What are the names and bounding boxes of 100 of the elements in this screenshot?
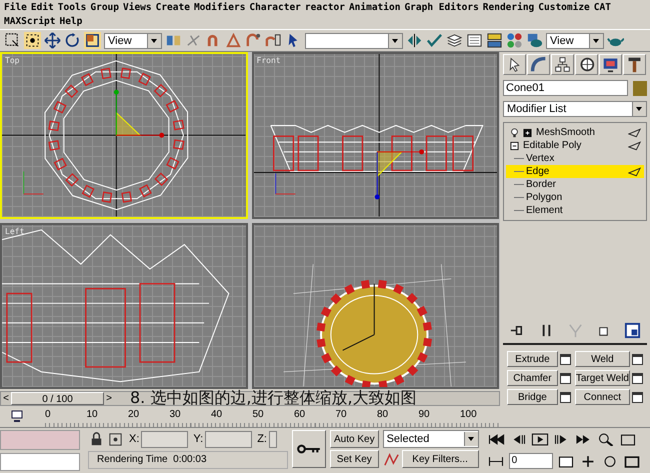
light-bulb-icon[interactable]	[510, 128, 519, 138]
timeline-tick-label: 90	[418, 409, 431, 421]
edit-edge-button[interactable]: Bridge	[507, 389, 558, 405]
prompt-field[interactable]	[0, 453, 80, 471]
go-to-start-icon[interactable]	[486, 432, 505, 446]
mirror-icon[interactable]	[406, 32, 423, 49]
menu-item[interactable]: Create	[156, 1, 190, 15]
menu-item[interactable]: Graph Editors	[404, 1, 479, 15]
listener-field[interactable]	[0, 430, 80, 450]
move-icon[interactable]	[44, 32, 61, 49]
expand-toggle-icon[interactable]	[510, 140, 519, 150]
menu-item[interactable]: Group	[90, 1, 119, 15]
current-frame-field[interactable]: 0	[508, 453, 553, 469]
show-end-result-icon[interactable]	[628, 166, 641, 176]
configure-icon[interactable]	[624, 322, 641, 339]
render-scene-icon[interactable]	[526, 32, 543, 49]
settings-button[interactable]	[632, 392, 643, 402]
monitor-icon[interactable]	[599, 54, 622, 75]
edit-edge-button[interactable]: Extrude	[507, 351, 558, 367]
menu-item[interactable]: Tools	[58, 1, 86, 15]
settings-button[interactable]	[632, 372, 643, 384]
menu-item[interactable]: Customize	[538, 1, 590, 15]
material-spheres-icon[interactable]	[506, 32, 523, 49]
timeline-tick-label: 40	[211, 409, 224, 421]
edit-edge-button[interactable]: Target Weld	[574, 370, 630, 386]
key-mode-icon[interactable]	[486, 454, 505, 468]
edit-edge-button[interactable]: Weld	[574, 351, 630, 367]
modifier-stack-item[interactable]: Editable Poly	[506, 139, 644, 152]
menu-item[interactable]: CAT	[594, 1, 611, 15]
key-icon	[296, 444, 322, 454]
mini-curve-icon[interactable]	[10, 410, 24, 424]
expand-toggle-icon[interactable]	[523, 128, 532, 138]
coordinate-field[interactable]	[205, 430, 252, 448]
absolute-mode-icon[interactable]	[107, 430, 124, 448]
caption-text: 8. 选中如图的边,进行整体缩放,大致如图	[130, 389, 417, 407]
percent-snap-icon[interactable]	[245, 32, 262, 49]
timeline-tick-label: 10	[86, 409, 99, 421]
transform-gizmo-drawing	[374, 149, 424, 200]
menu-item[interactable]: MAXScript	[4, 15, 56, 29]
settings-button[interactable]	[560, 372, 571, 384]
time-slider-thumb[interactable]: 0 / 100	[11, 392, 104, 404]
scale-icon[interactable]	[84, 32, 101, 49]
play-icon[interactable]	[530, 432, 549, 446]
menu-item[interactable]: Animation	[348, 1, 400, 15]
menu-item[interactable]: Modifiers	[194, 1, 246, 15]
transform-gizmo-drawing	[114, 90, 164, 138]
settings-button[interactable]	[560, 392, 571, 402]
edit-edge-button[interactable]: Chamfer	[507, 370, 558, 386]
reference-coordinate-dropdown[interactable]: View	[104, 32, 162, 48]
timeline-tick-label: 100	[460, 409, 478, 421]
spinner-snap-icon[interactable]	[265, 32, 282, 49]
align-icon[interactable]	[426, 32, 443, 49]
viewport[interactable]	[252, 222, 499, 389]
curve-icon[interactable]	[527, 54, 550, 75]
tangent-curve-icon[interactable]	[382, 450, 400, 468]
settings-button[interactable]	[632, 354, 643, 364]
settings-button[interactable]	[560, 354, 571, 364]
wheel-icon[interactable]	[575, 54, 598, 75]
next-frame-button[interactable]: >	[104, 392, 114, 404]
hierarchy-icon[interactable]	[551, 54, 574, 75]
object-color-swatch[interactable]	[633, 80, 647, 96]
auto-key-button[interactable]: Auto Key	[330, 430, 379, 448]
show-end-result-icon[interactable]	[628, 140, 641, 150]
schematic-icon[interactable]	[486, 32, 503, 49]
maximize-icon[interactable]	[622, 454, 641, 468]
angle-snap-icon[interactable]	[225, 32, 242, 49]
zoom-icon[interactable]	[596, 432, 615, 446]
coordinate-label: X:	[129, 433, 140, 445]
coordinate-label: Y:	[193, 433, 204, 445]
curve-editor-icon[interactable]	[466, 32, 483, 49]
menu-item[interactable]: reactor	[304, 1, 345, 15]
layers-icon[interactable]	[446, 32, 463, 49]
coordinate-field[interactable]	[268, 430, 277, 448]
coordinate-field[interactable]	[141, 430, 188, 448]
named-selection-dropdown[interactable]	[305, 32, 403, 48]
sub-object-item[interactable]: Edge	[506, 165, 644, 178]
show-end-result-icon[interactable]	[628, 128, 641, 138]
previous-frame-button[interactable]: <	[1, 392, 11, 404]
key-mode-dropdown[interactable]: Selected	[382, 430, 479, 448]
rendering-time-text: Rendering Time 0:00:03	[88, 451, 288, 469]
modifier-stack-item[interactable]: MeshSmooth	[506, 126, 644, 139]
menu-item[interactable]: Edit	[30, 1, 54, 15]
set-key-mode-button[interactable]: Set Key	[330, 450, 379, 468]
menu-item[interactable]: Character	[249, 1, 301, 15]
menu-item[interactable]: File	[4, 1, 27, 15]
menu-item[interactable]: Views	[123, 1, 152, 15]
key-filters-button[interactable]: Key Filters...	[402, 450, 479, 468]
object-name-field[interactable]: Cone01	[503, 80, 628, 96]
set-key-button[interactable]	[292, 430, 326, 468]
rotate-icon[interactable]	[64, 32, 81, 49]
timeline-tick-label: 0	[45, 409, 52, 421]
select-region-icon[interactable]	[4, 32, 21, 49]
modifier-list-dropdown[interactable]: Modifier List	[503, 101, 647, 117]
menu-item[interactable]: Help	[59, 15, 82, 29]
render-type-dropdown[interactable]: View	[546, 32, 604, 48]
axis-tripod-icon	[274, 172, 296, 194]
menu-item[interactable]: Rendering	[482, 1, 534, 15]
edit-edge-button[interactable]: Connect	[574, 389, 630, 405]
hammer-icon[interactable]	[623, 54, 646, 75]
window-crossing-icon[interactable]	[24, 32, 41, 49]
